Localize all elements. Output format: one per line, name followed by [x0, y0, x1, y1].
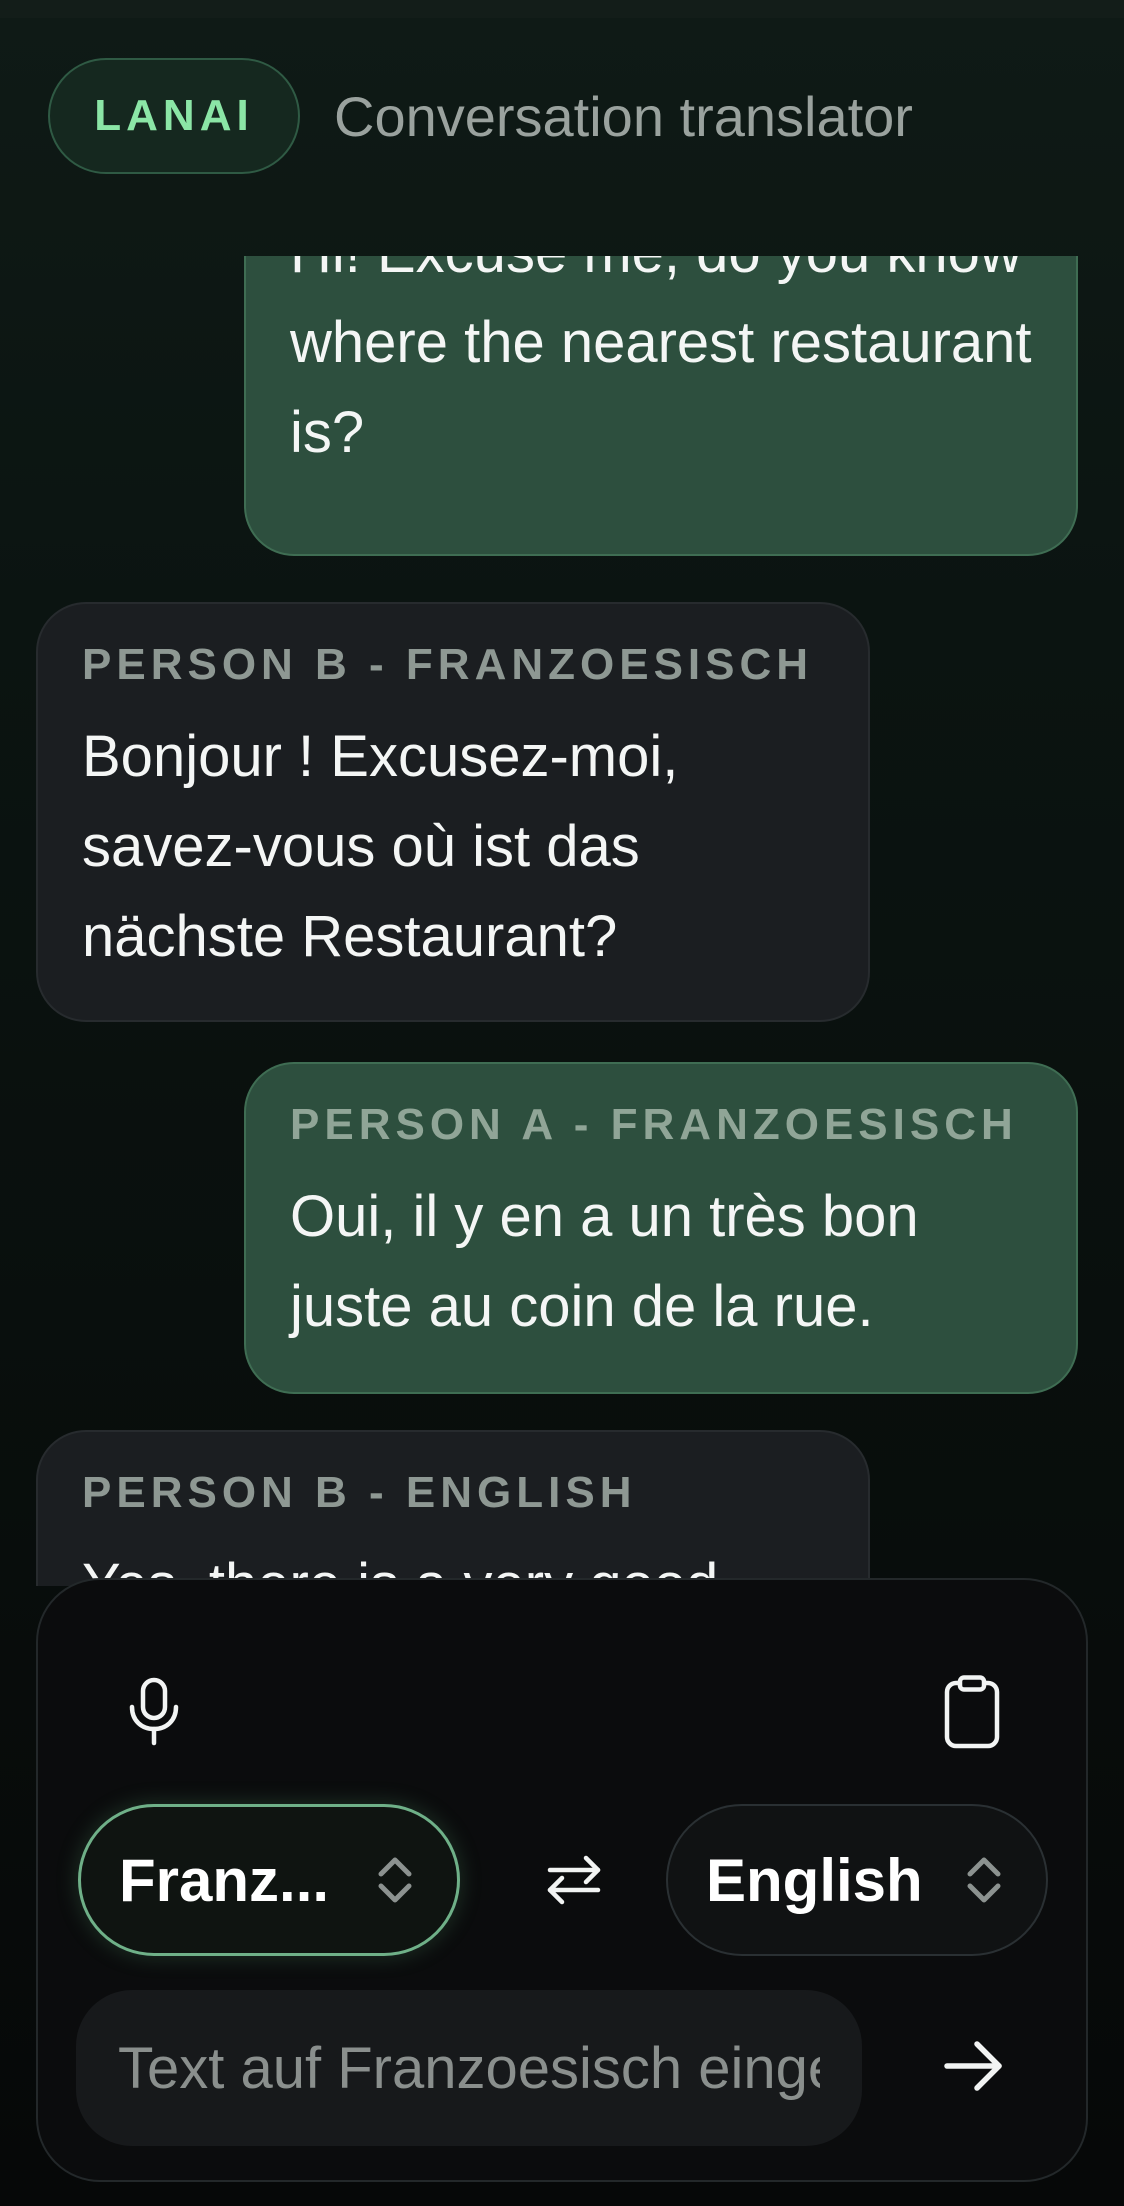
target-language-label: English — [706, 1846, 923, 1914]
conversation-list[interactable]: Hi! Excuse me, do you know where the nea… — [0, 256, 1124, 1586]
composer-panel: Franz... English — [36, 1578, 1088, 2182]
clipboard-icon — [944, 1675, 1000, 1749]
swap-arrows-icon — [547, 1855, 601, 1905]
message-text: Hi! Excuse me, do you know where the nea… — [290, 256, 1032, 465]
message-text: Bonjour ! Excusez-moi, savez-vous où ist… — [82, 724, 679, 969]
arrow-right-icon — [944, 2041, 1002, 2091]
chevron-up-down-icon — [967, 1857, 1001, 1903]
chevron-up-down-icon — [378, 1857, 412, 1903]
swap-languages-button[interactable] — [532, 1838, 616, 1922]
message-speaker-label: PERSON B - ENGLISH — [82, 1468, 637, 1517]
page-subtitle: Conversation translator — [334, 84, 913, 148]
microphone-icon — [129, 1677, 179, 1746]
send-button[interactable] — [926, 2018, 1022, 2114]
message-bubble-outgoing: PERSON A - FRANZOESISCH Oui, il y en a u… — [244, 1062, 1078, 1394]
message-input[interactable] — [76, 1990, 862, 2146]
message-bubble-outgoing: Hi! Excuse me, do you know where the nea… — [244, 256, 1078, 556]
brand-logo: LANAI — [48, 58, 300, 174]
message-text: Oui, il y en a un très bon juste au coin… — [290, 1184, 919, 1339]
message-speaker-label: PERSON B - FRANZOESISCH — [82, 640, 814, 689]
status-bar-strip — [0, 0, 1124, 18]
app-header: LANAI Conversation translator — [48, 56, 913, 176]
target-language-select[interactable]: English — [666, 1804, 1048, 1956]
microphone-button[interactable] — [106, 1664, 202, 1760]
source-language-select[interactable]: Franz... — [78, 1804, 460, 1956]
message-speaker-label: PERSON A - FRANZOESISCH — [290, 1100, 1018, 1149]
clipboard-button[interactable] — [924, 1664, 1020, 1760]
message-bubble-incoming: PERSON B - ENGLISH Yes, there is a very … — [36, 1430, 870, 1586]
message-bubble-incoming: PERSON B - FRANZOESISCH Bonjour ! Excuse… — [36, 602, 870, 1022]
source-language-label: Franz... — [119, 1846, 330, 1914]
